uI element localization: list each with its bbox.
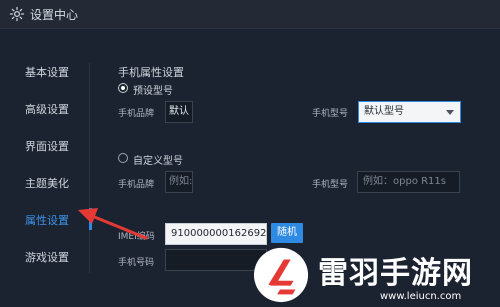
preset-model-select-value: 默认型号 [364,106,404,117]
chevron-down-icon[interactable] [446,110,454,115]
preset-model-radio[interactable] [118,83,128,93]
sidebar-divider [89,63,90,273]
sidebar-item-game[interactable]: 游戏设置 [25,249,69,265]
custom-model-field[interactable]: 例如：oppo R11s [357,171,460,193]
preset-model-field-label: 手机型号 [312,109,349,119]
custom-brand-label: 手机品牌 [118,180,155,190]
gear-icon [9,6,25,22]
preset-model-label: 预设型号 [133,86,173,97]
phone-number-label: 手机号码 [118,258,155,268]
watermark-text: 雷羽手游网 [318,256,473,291]
custom-model-radio[interactable] [118,153,128,163]
preset-brand-label: 手机品牌 [118,109,155,119]
custom-model-field-label: 手机型号 [312,180,349,190]
sidebar: 基本设置 高级设置 界面设置 主题美化 属性设置 游戏设置 [0,28,95,307]
watermark-url: www.leiucn.com [380,291,462,302]
title-bar: 设置中心 [0,0,500,29]
section-title: 手机属性设置 [118,66,184,79]
sidebar-item-properties[interactable]: 属性设置 [25,212,69,228]
custom-brand-field[interactable]: 例如: [165,171,193,193]
red-arrow-annotation [78,208,148,240]
preset-brand-field[interactable]: 默认 [165,101,193,123]
watermark-logo-icon [253,247,309,303]
custom-model-label: 自定义型号 [133,156,183,167]
random-imei-button[interactable]: 随机 [271,223,303,243]
sidebar-item-theme[interactable]: 主题美化 [25,175,69,191]
window-title: 设置中心 [30,8,79,22]
watermark: 雷羽手游网 www.leiucn.com [252,242,500,307]
sidebar-item-advanced[interactable]: 高级设置 [25,101,69,117]
preset-model-select[interactable]: 默认型号 [358,101,461,123]
sidebar-item-basic[interactable]: 基本设置 [25,64,69,80]
sidebar-item-interface[interactable]: 界面设置 [25,138,69,154]
